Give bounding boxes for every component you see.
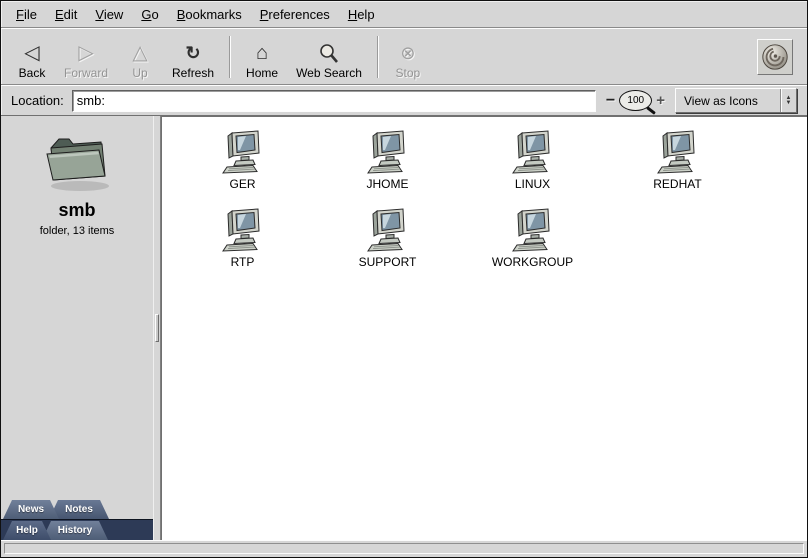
- file-label: SUPPORT: [359, 255, 417, 269]
- zoom-level-indicator[interactable]: 100: [619, 90, 652, 111]
- back-label: Back: [19, 66, 46, 80]
- view-mode-label: View as Icons: [684, 94, 758, 108]
- menu-bar: File Edit View Go Bookmarks Preferences …: [1, 1, 807, 28]
- menu-file[interactable]: File: [7, 3, 46, 26]
- menu-help[interactable]: Help: [339, 3, 384, 26]
- computer-icon: [219, 207, 267, 253]
- refresh-button[interactable]: ↻ Refresh: [163, 32, 223, 82]
- sidebar-folder-title: smb: [1, 200, 153, 221]
- file-item-ger[interactable]: GER: [178, 129, 308, 201]
- menu-view[interactable]: View: [86, 3, 132, 26]
- file-item-support[interactable]: SUPPORT: [323, 207, 453, 279]
- computer-icon: [364, 207, 412, 253]
- home-label: Home: [246, 66, 278, 80]
- home-button[interactable]: ⌂ Home: [237, 32, 287, 82]
- home-icon: ⌂: [256, 39, 268, 65]
- refresh-icon: ↻: [185, 39, 200, 65]
- up-button[interactable]: △ Up: [117, 32, 163, 82]
- file-item-workgroup[interactable]: WORKGROUP: [468, 207, 598, 279]
- zoom-out-icon[interactable]: −: [606, 92, 615, 110]
- file-label: GER: [229, 177, 255, 191]
- sidebar: smb folder, 13 items News Notes Help His…: [1, 116, 153, 540]
- computer-icon: [509, 207, 557, 253]
- file-label: REDHAT: [653, 177, 701, 191]
- nautilus-throbber-icon[interactable]: [757, 39, 793, 75]
- sidebar-folder-subtitle: folder, 13 items: [1, 225, 153, 237]
- file-item-redhat[interactable]: REDHAT: [613, 129, 743, 201]
- back-arrow-icon: ◁: [24, 39, 39, 65]
- dropdown-arrows-icon: ▲▼: [780, 89, 796, 112]
- forward-button[interactable]: ▷ Forward: [55, 32, 117, 82]
- icon-grid: GER JHOME LINUX REDHAT RTP: [162, 117, 807, 279]
- sidebar-info: smb folder, 13 items: [1, 116, 153, 237]
- toolbar: ◁ Back ▷ Forward △ Up ↻ Refresh ⌂ Home: [1, 28, 807, 85]
- file-item-linux[interactable]: LINUX: [468, 129, 598, 201]
- refresh-label: Refresh: [172, 66, 214, 80]
- computer-icon: [364, 129, 412, 175]
- toolbar-separator: [229, 36, 231, 78]
- computer-icon: [654, 129, 702, 175]
- up-arrow-icon: △: [132, 39, 147, 65]
- main-area: smb folder, 13 items News Notes Help His…: [1, 116, 807, 540]
- file-item-rtp[interactable]: RTP: [178, 207, 308, 279]
- forward-label: Forward: [64, 66, 108, 80]
- sidebar-tab-notes[interactable]: Notes: [49, 500, 109, 519]
- splitter-handle-icon[interactable]: [155, 314, 159, 342]
- stop-button[interactable]: ⊗ Stop: [385, 32, 431, 82]
- sidebar-tab-row-2: Help History: [1, 519, 153, 540]
- computer-icon: [509, 129, 557, 175]
- sidebar-tabs: News Notes Help History: [1, 499, 153, 540]
- stop-icon: ⊗: [400, 39, 415, 65]
- status-text: [4, 543, 804, 554]
- folder-icon: [39, 130, 115, 194]
- location-input[interactable]: [72, 90, 596, 112]
- sidebar-tab-news[interactable]: News: [3, 500, 59, 519]
- computer-icon: [219, 129, 267, 175]
- zoom-control: − 100 +: [606, 90, 665, 111]
- nautilus-window: File Edit View Go Bookmarks Preferences …: [0, 0, 808, 558]
- menu-bookmarks[interactable]: Bookmarks: [168, 3, 251, 26]
- file-view: GER JHOME LINUX REDHAT RTP: [161, 116, 807, 540]
- zoom-in-icon[interactable]: +: [656, 92, 665, 109]
- menu-edit[interactable]: Edit: [46, 3, 86, 26]
- status-bar: [1, 540, 807, 557]
- toolbar-separator: [377, 36, 379, 78]
- magnifier-icon: [318, 39, 340, 65]
- pane-splitter[interactable]: [153, 116, 161, 540]
- menu-go[interactable]: Go: [132, 3, 167, 26]
- location-label: Location:: [11, 93, 64, 108]
- web-search-label: Web Search: [296, 66, 362, 80]
- menu-preferences[interactable]: Preferences: [251, 3, 339, 26]
- file-label: JHOME: [367, 177, 409, 191]
- sidebar-tab-row-1: News Notes: [1, 499, 153, 519]
- back-button[interactable]: ◁ Back: [9, 32, 55, 82]
- forward-arrow-icon: ▷: [78, 39, 93, 65]
- view-mode-dropdown[interactable]: View as Icons ▲▼: [675, 88, 797, 113]
- sidebar-tab-history[interactable]: History: [42, 521, 108, 540]
- location-bar: Location: − 100 + View as Icons ▲▼: [1, 85, 807, 116]
- stop-label: Stop: [396, 66, 421, 80]
- file-label: WORKGROUP: [492, 255, 573, 269]
- up-label: Up: [132, 66, 147, 80]
- file-label: LINUX: [515, 177, 550, 191]
- sidebar-tab-help[interactable]: Help: [3, 521, 51, 540]
- file-label: RTP: [231, 255, 255, 269]
- web-search-button[interactable]: Web Search: [287, 32, 371, 82]
- file-item-jhome[interactable]: JHOME: [323, 129, 453, 201]
